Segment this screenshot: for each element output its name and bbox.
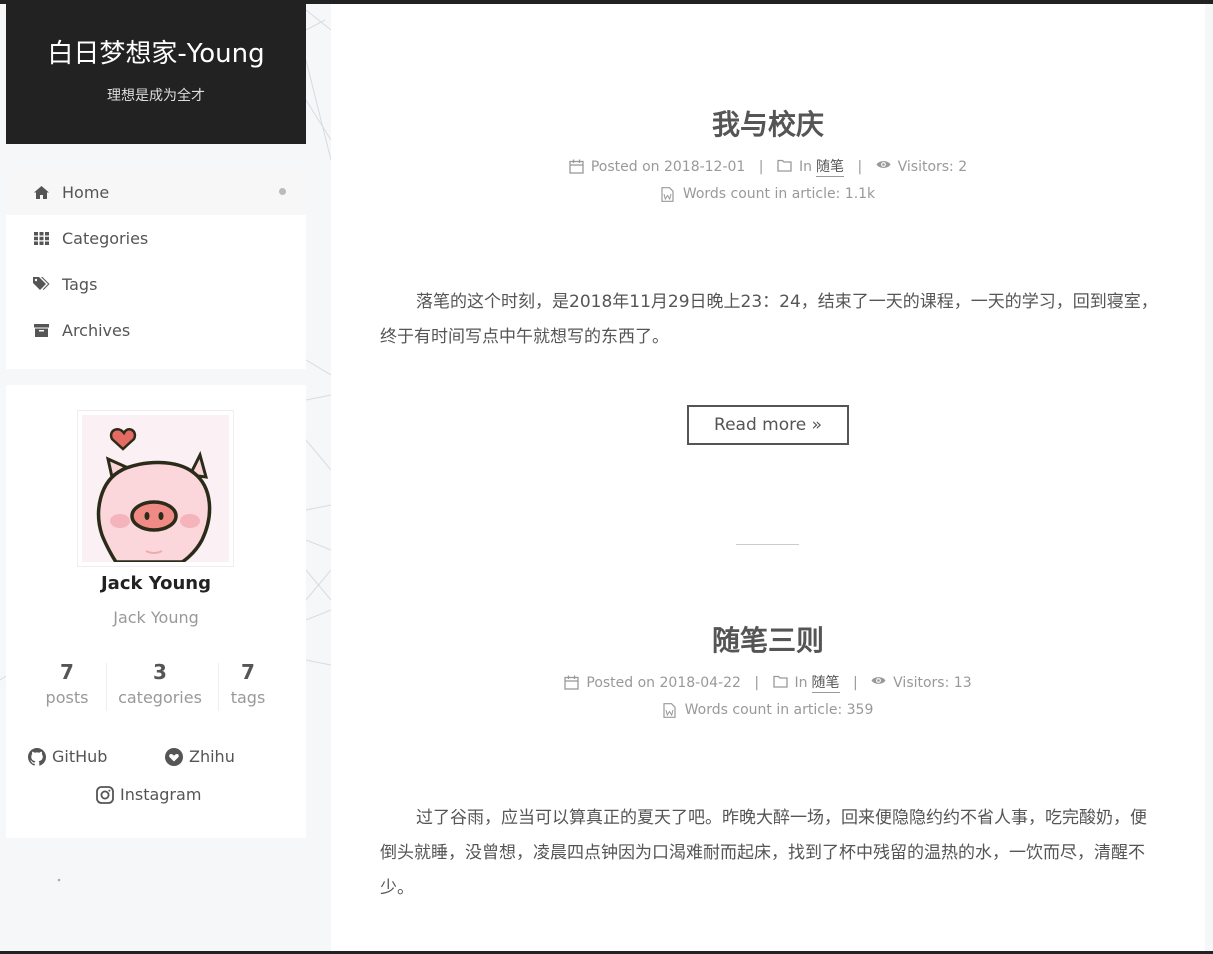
eye-icon	[871, 675, 886, 690]
stat-label: posts	[45, 688, 89, 707]
site-title[interactable]: 白日梦想家-Young	[6, 37, 306, 71]
posted-label: Posted on	[590, 158, 660, 175]
menu-item-categories[interactable]: Categories	[6, 215, 306, 261]
calendar-icon	[569, 159, 584, 174]
instagram-link-label: Instagram	[120, 785, 202, 804]
in-label: In	[798, 158, 812, 175]
pig-avatar-image	[82, 415, 229, 562]
menu-item-label: Home	[62, 182, 110, 202]
posted-label: Posted on	[586, 674, 656, 691]
th-grid-icon	[32, 230, 50, 246]
site-subtitle: 理想是成为全才	[107, 88, 205, 104]
tags-icon	[32, 276, 50, 292]
meta-separator: |	[857, 158, 863, 175]
main-menu: Home Categories Tags Archives	[6, 169, 306, 369]
folder-icon	[772, 675, 788, 690]
visitors-count: 13	[953, 674, 972, 691]
heart-icon	[165, 747, 183, 766]
post-title[interactable]: 随笔三则	[331, 619, 1205, 659]
github-link-label: GitHub	[52, 747, 108, 766]
eye-icon	[876, 159, 891, 174]
post-divider	[736, 544, 799, 545]
stat-count: 7	[241, 660, 255, 684]
github-icon	[28, 747, 46, 766]
visitors-count: 2	[958, 158, 968, 175]
stat-count: 7	[60, 660, 74, 684]
file-word-icon	[661, 186, 676, 202]
visitors-label: Visitors:	[897, 158, 954, 175]
words-label: Words count in article:	[684, 702, 843, 718]
post-wordcount: Words count in article: 1.1k	[331, 186, 1205, 202]
avatar	[77, 410, 234, 567]
stat-label: categories	[118, 688, 202, 707]
post-category-link[interactable]: 随笔	[811, 672, 840, 693]
read-more-button[interactable]: Read more »	[687, 405, 849, 445]
visitors-label: Visitors:	[893, 674, 950, 691]
post-list: 我与校庆 Posted on 2018-12-01 | In 随笔 | Visit…	[331, 4, 1205, 951]
words-label: Words count in article:	[682, 186, 841, 202]
menu-item-home[interactable]: Home	[6, 169, 306, 215]
stat-posts[interactable]: 7 posts	[37, 659, 97, 711]
github-link[interactable]: GitHub	[28, 747, 107, 766]
folder-icon	[777, 159, 792, 174]
author-description: Jack Young	[113, 608, 199, 627]
menu-item-archives[interactable]: Archives	[6, 307, 306, 353]
stat-divider	[106, 663, 107, 711]
stat-divider	[218, 663, 219, 711]
post-category-link[interactable]: 随笔	[815, 156, 844, 177]
file-word-icon	[663, 702, 678, 718]
stat-label: tags	[230, 688, 266, 707]
post-date: 2018-12-01	[663, 158, 746, 175]
right-gutter	[1205, 4, 1213, 951]
instagram-icon	[96, 785, 114, 804]
instagram-link[interactable]: Instagram	[96, 785, 201, 804]
post-excerpt: 过了谷雨，应当可以算真正的夏天了吧。昨晚大醉一场，回来便隐隐约约不省人事，吃完酸…	[380, 808, 1147, 898]
menu-item-label: Archives	[62, 320, 131, 340]
meta-separator: |	[852, 674, 858, 691]
post-wordcount: Words count in article: 359	[331, 702, 1205, 718]
site-brand-header: 白日梦想家-Young 理想是成为全才	[6, 4, 306, 144]
words-count: 1.1k	[844, 186, 876, 202]
active-indicator-dot	[279, 188, 286, 195]
stat-count: 3	[153, 660, 167, 684]
calendar-icon	[564, 675, 580, 690]
site-stats: 7 posts 3 categories 7 tags	[6, 659, 306, 713]
post-excerpt: 落笔的这个时刻，是2018年11月29日晚上23：24，结束了一天的课程，一天的…	[380, 292, 1158, 347]
author-name: Jack Young	[100, 573, 211, 594]
post-meta: Posted on 2018-04-22 | In 随笔 | Visitors: …	[331, 672, 1205, 693]
home-icon	[32, 184, 50, 200]
zhihu-link-label: Zhihu	[189, 747, 235, 766]
in-label: In	[794, 674, 808, 691]
menu-item-label: Categories	[62, 228, 149, 248]
meta-separator: |	[754, 674, 760, 691]
author-profile-panel: Jack Young Jack Young 7 posts 3 categori…	[6, 385, 306, 838]
menu-item-label: Tags	[62, 274, 98, 294]
archive-icon	[32, 322, 50, 338]
stat-categories[interactable]: 3 categories	[115, 659, 205, 711]
menu-item-tags[interactable]: Tags	[6, 261, 306, 307]
post-title[interactable]: 我与校庆	[331, 103, 1205, 143]
post-meta: Posted on 2018-12-01 | In 随笔 | Visitors: …	[331, 156, 1205, 177]
zhihu-link[interactable]: Zhihu	[165, 747, 235, 766]
words-count: 359	[846, 702, 874, 718]
post-date: 2018-04-22	[659, 674, 741, 691]
stat-tags[interactable]: 7 tags	[223, 659, 273, 711]
meta-separator: |	[758, 158, 764, 175]
